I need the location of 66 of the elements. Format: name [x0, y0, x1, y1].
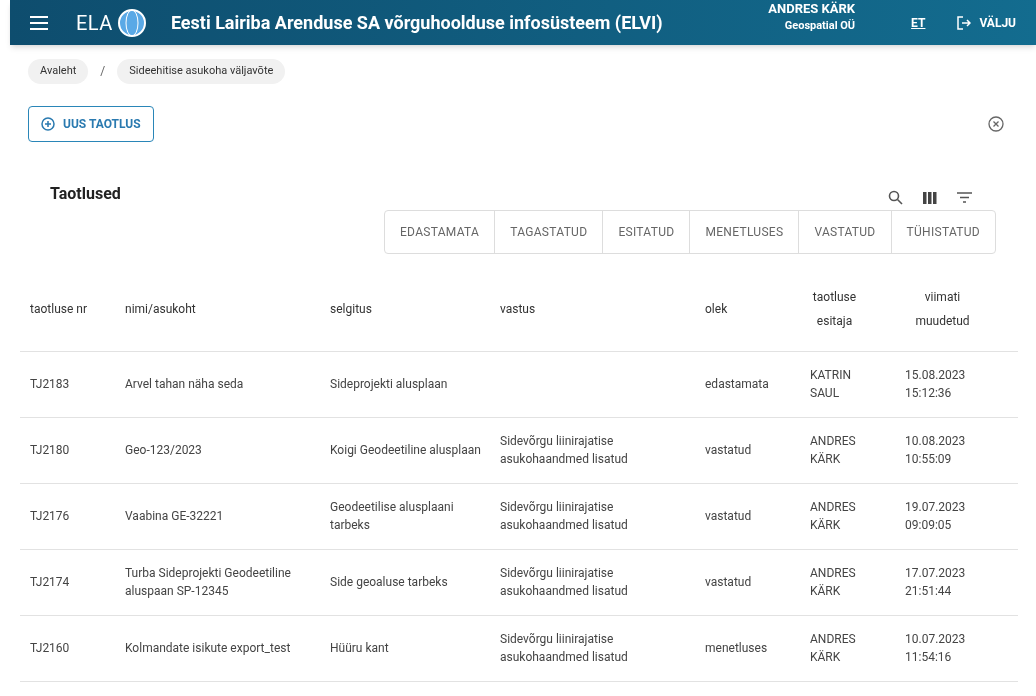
table-cell-text: menetluses [705, 640, 769, 657]
filter-tab[interactable]: VASTATUD [798, 210, 891, 253]
logout-icon [957, 15, 972, 30]
new-application-button[interactable]: UUS TAOTLUS [28, 105, 154, 142]
table-cell-text: Hüüru kant [330, 640, 390, 657]
table-cell-text: Geo-123/2023 [125, 442, 203, 459]
breadcrumb-link[interactable]: Sideehitise asukoha väljavõte [117, 59, 286, 84]
column-header: nimi/asukoht [125, 301, 197, 318]
column-header: taotluse nr [30, 301, 88, 318]
globe-logo-icon [116, 7, 147, 38]
table-cell-text: 17.07.2023 21:51:44 [904, 565, 967, 600]
table-cell-text: Arvel tahan näha seda [125, 376, 245, 393]
table-cell-text: TJ2180 [30, 442, 71, 459]
table-cell-text: TJ2160 [30, 640, 71, 657]
plus-circle-icon [41, 116, 55, 131]
table-cell-text: Sidevõrgu liinirajatise asukohaandmed lisatud [500, 565, 629, 600]
table-cell-text: Kolmandate isikute export_test [125, 640, 292, 657]
table-cell-text: Turba Sideprojekti Geodeetiline aluspaan SP-12345 [125, 565, 292, 600]
table-cell-text: vastatud [705, 574, 753, 591]
table-cell-text: ANDRES KÄRK [809, 499, 857, 534]
search-icon[interactable] [888, 190, 903, 205]
logo-text: ELA [76, 9, 113, 37]
table-cell-text: vastatud [705, 442, 753, 459]
table-cell-text: TJ2176 [30, 508, 71, 525]
logout-button[interactable]: VÄLJU [957, 13, 1016, 32]
table-cell-text: TJ2183 [30, 376, 71, 393]
table-cell-text: ANDRES KÄRK [809, 433, 857, 468]
table-cell-text: ANDRES KÄRK [809, 565, 857, 600]
table-cell-text: 10.07.2023 11:54:16 [904, 631, 967, 666]
table-cell-text: 10.08.2023 10:55:09 [904, 433, 967, 468]
filter-icon[interactable] [957, 192, 972, 203]
user-organization: Geospatial OÜ [784, 18, 856, 34]
filter-tab[interactable]: TAGASTATUD [494, 210, 603, 253]
breadcrumb-separator: / [100, 63, 106, 81]
filter-tab[interactable]: ESITATUD [602, 210, 690, 253]
table-cell-text: Sidevõrgu liinirajatise asukohaandmed lisatud [500, 499, 629, 534]
column-header: viimati muudetud [914, 289, 971, 330]
breadcrumb-link[interactable]: Avaleht [28, 59, 89, 84]
column-header: vastus [500, 301, 537, 318]
table-cell-text: Geodeetilise alusplaani tarbeks [330, 499, 455, 534]
menu-icon[interactable] [30, 15, 48, 30]
language-link[interactable]: ET [911, 13, 926, 32]
column-header: taotluse esitaja [811, 289, 858, 330]
filter-tab[interactable]: TÜHISTATUD [890, 210, 995, 253]
table-cell-text: Sidevõrgu liinirajatise asukohaandmed lisatud [500, 433, 629, 468]
table-cell-text: Koigi Geodeetiline alusplaan [330, 442, 482, 459]
table-cell-text: vastatud [705, 508, 753, 525]
filter-tab[interactable]: MENETLUSES [689, 210, 799, 253]
table-cell-text: ANDRES KÄRK [809, 631, 857, 666]
columns-icon[interactable] [923, 191, 937, 204]
table-cell-text: KATRIN SAUL [809, 367, 852, 402]
section-title: Taotlused [50, 182, 121, 205]
table-cell-text: Side geoaluse tarbeks [330, 574, 449, 591]
table-cell-text: 19.07.2023 09:09:05 [904, 499, 967, 534]
column-header: olek [705, 301, 729, 318]
table-cell-text: TJ2174 [30, 574, 71, 591]
table-cell-text: Vaabina GE-32221 [125, 508, 225, 525]
filter-tab[interactable]: EDASTAMATA [384, 210, 495, 253]
table-cell-text: 15.08.2023 15:12:36 [904, 367, 967, 402]
table-cell-text: edastamata [705, 376, 770, 393]
column-header: selgitus [330, 301, 373, 318]
table-cell-text: Sidevõrgu liinirajatise asukohaandmed lisatud [500, 631, 629, 666]
table-cell-text: Sideprojekti alusplaan [330, 376, 449, 393]
app-title: Eesti Lairiba Arenduse SA võrguhoolduse infosüsteem (ELVI) [170, 11, 663, 35]
user-name: ANDRES KÄRK [768, 0, 856, 18]
close-icon[interactable] [988, 115, 1004, 132]
